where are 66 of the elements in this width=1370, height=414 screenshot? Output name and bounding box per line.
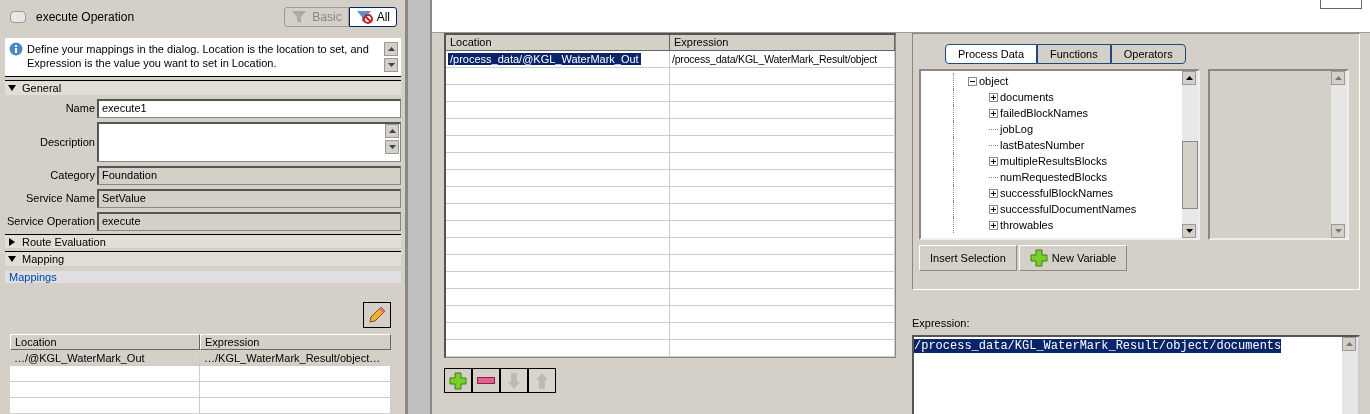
up-triangle-icon: [1185, 76, 1193, 80]
table-cell[interactable]: /process_data/KGL_WaterMark_Result/object: [672, 53, 877, 65]
expander-icon[interactable]: [989, 156, 998, 166]
up-arrow-icon: [535, 371, 549, 390]
scroll-down-button[interactable]: [384, 58, 398, 73]
tab[interactable]: Functions: [1037, 44, 1111, 64]
column-header[interactable]: Location: [10, 334, 200, 350]
filter-button[interactable]: All: [348, 7, 397, 28]
panel-title: execute Operation: [36, 10, 136, 25]
add-row-button[interactable]: [444, 368, 472, 393]
scroll-down-button[interactable]: [385, 139, 399, 154]
down-triangle-icon: [388, 144, 396, 149]
column-header[interactable]: Location: [446, 35, 670, 51]
section-header[interactable]: Route Evaluation: [5, 233, 401, 249]
tab[interactable]: Operators: [1110, 44, 1186, 64]
expander-icon[interactable]: [989, 220, 998, 230]
remove-row-button[interactable]: [472, 368, 500, 393]
section-header[interactable]: Mapping: [5, 251, 401, 266]
description-field[interactable]: [97, 121, 401, 162]
down-arrow-icon: [507, 371, 521, 390]
scroll-thumb[interactable]: [1182, 141, 1198, 209]
field-label: Description: [38, 135, 96, 148]
mappings-link[interactable]: Mappings: [9, 271, 57, 283]
section-header[interactable]: General: [5, 80, 401, 95]
expander-icon[interactable]: [989, 108, 998, 118]
funnel-icon: [355, 10, 374, 25]
expression-label: Expression:: [912, 317, 971, 329]
up-triangle-icon: [1334, 76, 1342, 80]
button[interactable]: [1320, 0, 1362, 9]
scroll-up-button[interactable]: [385, 123, 399, 138]
scroll-down-button[interactable]: [1182, 224, 1196, 238]
expander-icon[interactable]: [989, 92, 998, 102]
field-label: Service Name: [24, 192, 96, 205]
field-label: Name: [64, 102, 96, 115]
column-header[interactable]: Expression: [670, 35, 895, 51]
checkbox[interactable]: [10, 11, 26, 24]
info-text: Define your mappings in the dialog. Location is the location to set, and Expression is the value you want to set in Location.: [27, 42, 370, 71]
expander-icon[interactable]: [989, 204, 998, 214]
up-triangle-icon: [387, 47, 395, 52]
up-triangle-icon: [1345, 342, 1353, 346]
minus-icon: [477, 376, 495, 385]
expand-icon: [8, 83, 16, 92]
table-cell[interactable]: /process_data/@KGL_WaterMark_Out: [448, 53, 641, 65]
down-triangle-icon: [1185, 229, 1193, 233]
expression-field[interactable]: /process_data/KGL_WaterMark_Result/object/documents: [912, 335, 1360, 414]
plus-icon: [449, 371, 467, 390]
text-field[interactable]: execute1: [97, 98, 401, 118]
column-header[interactable]: Expression: [200, 334, 391, 350]
info-icon: [9, 42, 23, 57]
scroll-up-button[interactable]: [1182, 71, 1196, 85]
down-triangle-icon: [1334, 229, 1342, 233]
expander-icon[interactable]: [989, 188, 998, 198]
expander-icon[interactable]: [968, 76, 977, 86]
pencil-icon: [367, 305, 387, 325]
field-label: Service Operation: [5, 215, 96, 228]
new-variable-button[interactable]: New Variable: [1018, 245, 1128, 271]
edit-button[interactable]: [363, 302, 391, 328]
plus-icon: [1029, 249, 1048, 267]
scroll-up-button[interactable]: [384, 42, 398, 57]
tab[interactable]: Process Data: [945, 44, 1038, 64]
scrollbar[interactable]: [1182, 71, 1198, 238]
field-label: Category: [49, 169, 96, 182]
scrollbar[interactable]: [1342, 337, 1358, 414]
insert-button[interactable]: Insert Selection: [919, 245, 1017, 271]
down-triangle-icon: [387, 63, 395, 68]
up-triangle-icon: [388, 128, 396, 133]
